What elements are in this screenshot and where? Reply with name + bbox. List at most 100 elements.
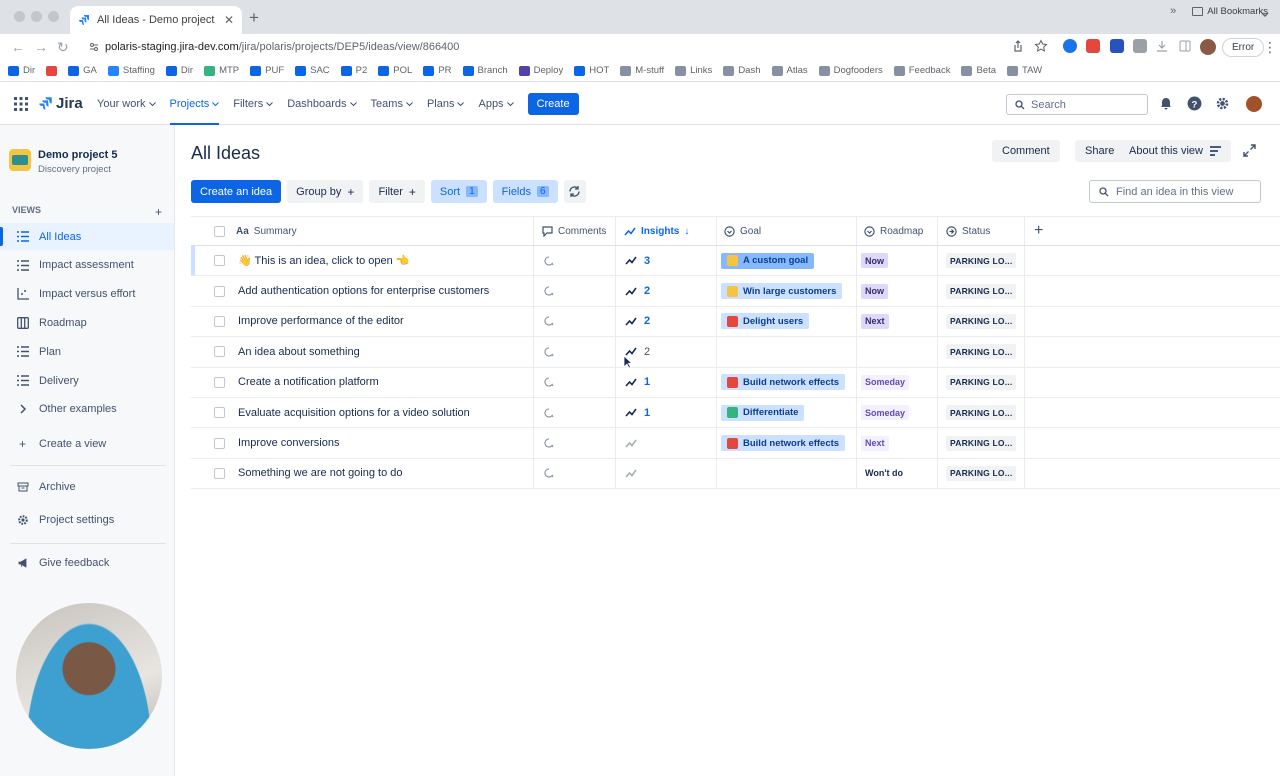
row-checkbox-cell[interactable] xyxy=(214,428,225,457)
tab-close-icon[interactable]: ✕ xyxy=(224,13,234,27)
nav-item-dashboards[interactable]: Dashboards xyxy=(287,83,357,125)
roadmap-cell[interactable]: Someday xyxy=(861,398,910,427)
create-button[interactable]: Create xyxy=(527,93,579,115)
status-cell[interactable]: PARKING LO... xyxy=(946,398,1017,427)
row-checkbox[interactable] xyxy=(214,346,225,358)
forward-icon[interactable]: → xyxy=(34,39,48,55)
url-bar[interactable]: polaris-staging.jira-dev.com/jira/polari… xyxy=(80,35,1030,59)
roadmap-cell[interactable]: Next xyxy=(861,307,889,336)
idea-summary[interactable]: Create a notification platform xyxy=(238,368,528,397)
status-cell[interactable]: PARKING LO... xyxy=(946,459,1017,488)
comments-cell[interactable] xyxy=(544,428,554,457)
goal-cell[interactable]: Delight users xyxy=(721,307,810,336)
row-checkbox[interactable] xyxy=(214,315,225,327)
bookmark-item[interactable]: HOT xyxy=(574,65,609,76)
idea-summary[interactable]: Evaluate acquisition options for a video… xyxy=(238,398,528,427)
column-header-goal[interactable]: Goal xyxy=(724,217,761,245)
sidebar-item-delivery[interactable]: Delivery xyxy=(0,367,174,394)
idea-summary[interactable]: Improve conversions xyxy=(238,428,528,457)
goal-cell[interactable]: Build network effects xyxy=(721,428,846,457)
idea-summary[interactable]: An idea about something xyxy=(238,337,528,366)
row-checkbox[interactable] xyxy=(214,376,225,388)
bookmark-item[interactable]: Staffing xyxy=(107,65,155,76)
status-cell[interactable]: PARKING LO... xyxy=(946,368,1017,397)
project-header[interactable]: Demo project 5 Discovery project xyxy=(9,149,117,175)
find-idea-input[interactable]: Find an idea in this view xyxy=(1089,180,1261,203)
add-view-icon[interactable]: + xyxy=(155,205,162,219)
bookmark-item[interactable]: M-stuff xyxy=(620,65,664,76)
bookmark-item[interactable]: Branch xyxy=(462,65,508,76)
row-checkbox-cell[interactable] xyxy=(214,276,225,305)
sidebar-item-impact-versus-effort[interactable]: Impact versus effort xyxy=(0,281,174,308)
column-header-insights[interactable]: Insights ↓ xyxy=(624,217,689,245)
goal-cell[interactable]: Win large customers xyxy=(721,276,843,305)
insights-cell[interactable] xyxy=(625,459,637,488)
sidebar-item-other-examples[interactable]: Other examples xyxy=(0,396,174,423)
notifications-icon[interactable] xyxy=(1159,96,1173,110)
share-button[interactable]: Share xyxy=(1075,140,1125,162)
profile-avatar[interactable] xyxy=(1200,39,1216,55)
sidebar-item-impact-assessment[interactable]: Impact assessment xyxy=(0,252,174,279)
sidebar-item-roadmap[interactable]: Roadmap xyxy=(0,309,174,336)
jira-logo[interactable]: Jira xyxy=(38,95,83,112)
site-info-icon[interactable] xyxy=(89,42,99,52)
extension-icon[interactable] xyxy=(1086,39,1100,53)
comments-cell[interactable] xyxy=(544,276,554,305)
bookmark-item[interactable]: Feedback xyxy=(893,65,950,76)
table-row[interactable]: Create a notification platform 1 Build net… xyxy=(191,367,1280,398)
sidebar-item-project-settings[interactable]: Project settings xyxy=(0,506,174,533)
bookmark-item[interactable]: Atlas xyxy=(771,65,808,76)
fields-button[interactable]: Fields 6 xyxy=(492,180,558,203)
all-bookmarks[interactable]: » All Bookmarks xyxy=(1170,5,1268,17)
nav-item-your-work[interactable]: Your work xyxy=(97,83,156,125)
sidebar-item-plan[interactable]: Plan xyxy=(0,338,174,365)
roadmap-cell[interactable]: Now xyxy=(861,276,888,305)
app-switcher-icon[interactable] xyxy=(14,97,28,111)
bookmark-item[interactable]: PUF xyxy=(250,65,284,76)
row-checkbox[interactable] xyxy=(214,255,225,267)
table-row[interactable]: 👋 This is an idea, click to open 👈 3 A cus… xyxy=(191,246,1280,277)
bookmark-item[interactable]: Dash xyxy=(723,65,761,76)
sidebar-item-all-ideas[interactable]: All Ideas xyxy=(0,223,174,250)
insights-cell[interactable]: 2 xyxy=(625,307,650,336)
comments-cell[interactable] xyxy=(544,368,554,397)
filter-button[interactable]: Filter + xyxy=(369,180,425,203)
global-search-input[interactable]: Search xyxy=(1006,94,1148,115)
bookmark-item[interactable]: Dogfooders xyxy=(818,65,883,76)
extension-icon[interactable] xyxy=(1063,39,1077,53)
table-row[interactable]: Improve performance of the editor 2 Deligh… xyxy=(191,306,1280,338)
row-checkbox-cell[interactable] xyxy=(214,337,225,366)
about-view-button[interactable]: About this view xyxy=(1119,140,1231,162)
idea-summary[interactable]: 👋 This is an idea, click to open 👈 xyxy=(238,246,528,275)
roadmap-cell[interactable]: Next xyxy=(861,428,889,457)
insights-cell[interactable] xyxy=(625,428,637,457)
idea-summary[interactable]: Something we are not going to do xyxy=(238,459,528,488)
downloads-icon[interactable] xyxy=(1155,39,1169,53)
browser-tab[interactable]: All Ideas - Demo project 5 - J ✕ xyxy=(70,6,242,34)
error-button[interactable]: Error xyxy=(1222,38,1265,57)
comments-cell[interactable] xyxy=(544,459,554,488)
comments-cell[interactable] xyxy=(544,307,554,336)
settings-gear-icon[interactable] xyxy=(1215,96,1230,111)
bookmark-item[interactable]: MTP xyxy=(204,65,239,76)
window-minimize-button[interactable] xyxy=(31,11,42,22)
nav-item-filters[interactable]: Filters xyxy=(233,83,274,125)
goal-cell[interactable]: Build network effects xyxy=(721,368,846,397)
comments-cell[interactable] xyxy=(544,337,554,366)
bookmark-item[interactable]: Dir xyxy=(8,65,35,76)
insights-cell[interactable]: 1 xyxy=(625,368,650,397)
comment-button[interactable]: Comment xyxy=(992,140,1060,162)
column-header-comments[interactable]: Comments xyxy=(542,217,606,245)
column-header-summary[interactable]: Aa Summary xyxy=(236,217,297,245)
bookmark-item[interactable]: Links xyxy=(675,65,712,76)
table-row[interactable]: An idea about something 2 PARKING LO... xyxy=(191,337,1280,368)
goal-cell[interactable]: Differentiate xyxy=(721,398,805,427)
select-all-checkbox-cell[interactable] xyxy=(214,217,225,245)
status-cell[interactable]: PARKING LO... xyxy=(946,246,1017,275)
table-row[interactable]: Improve conversions Build network effects… xyxy=(191,428,1280,459)
nav-item-teams[interactable]: Teams xyxy=(371,83,413,125)
column-header-roadmap[interactable]: Roadmap xyxy=(864,217,923,245)
status-cell[interactable]: PARKING LO... xyxy=(946,276,1017,305)
insights-cell[interactable]: 2 xyxy=(625,276,650,305)
row-checkbox-cell[interactable] xyxy=(214,368,225,397)
